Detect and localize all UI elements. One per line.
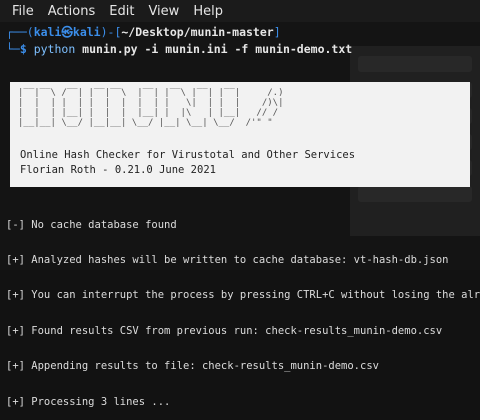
log-line: [+] Found results CSV from previous run:… bbox=[6, 325, 443, 337]
munin-banner: |‾‾|‾‾\ /‾‾| |‾‾|‾‾\ |‾‾| |‾‾\ |‾‾| |‾‾|… bbox=[10, 82, 470, 187]
command-line: └─$ python munin.py -i munin.ini -f muni… bbox=[6, 42, 352, 56]
prompt-user: kali㉿kali bbox=[33, 25, 101, 39]
prompt-path: ~/Desktop/munin-master bbox=[121, 25, 274, 39]
prompt-mid: )-[ bbox=[100, 25, 122, 39]
menu-view[interactable]: View bbox=[148, 4, 179, 19]
ascii-logo: |‾‾|‾‾\ /‾‾| |‾‾|‾‾\ |‾‾| |‾‾\ |‾‾| |‾‾|… bbox=[18, 88, 284, 128]
command-name: python bbox=[33, 42, 76, 56]
log-line: [+] You can interrupt the process by pre… bbox=[6, 290, 480, 302]
log-line: [+] Appending results to file: check-res… bbox=[6, 361, 379, 373]
menu-edit[interactable]: Edit bbox=[109, 4, 134, 19]
menu-file[interactable]: File bbox=[12, 4, 34, 19]
banner-author: Florian Roth - 0.21.0 June 2021 bbox=[20, 164, 216, 176]
menu-bar: File Actions Edit View Help bbox=[0, 0, 480, 22]
menu-help[interactable]: Help bbox=[193, 4, 223, 19]
log-line: [+] Analyzed hashes will be written to c… bbox=[6, 254, 449, 266]
log-output: [-] No cache database found [+] Analyzed… bbox=[6, 196, 480, 420]
log-line: [-] No cache database found bbox=[6, 219, 177, 231]
menu-actions[interactable]: Actions bbox=[48, 4, 96, 19]
prompt-line: ┌──(kali㉿kali)-[~/Desktop/munin-master] bbox=[6, 24, 281, 40]
prompt-open: ┌──( bbox=[6, 25, 34, 39]
log-line: [+] Processing 3 lines ... bbox=[6, 396, 171, 408]
command-args: munin.py -i munin.ini -f munin-demo.txt bbox=[75, 42, 353, 56]
prompt-close: ] bbox=[273, 25, 281, 39]
prompt-dollar: └─$ bbox=[6, 42, 34, 56]
banner-title: Online Hash Checker for Virustotal and O… bbox=[20, 149, 356, 161]
